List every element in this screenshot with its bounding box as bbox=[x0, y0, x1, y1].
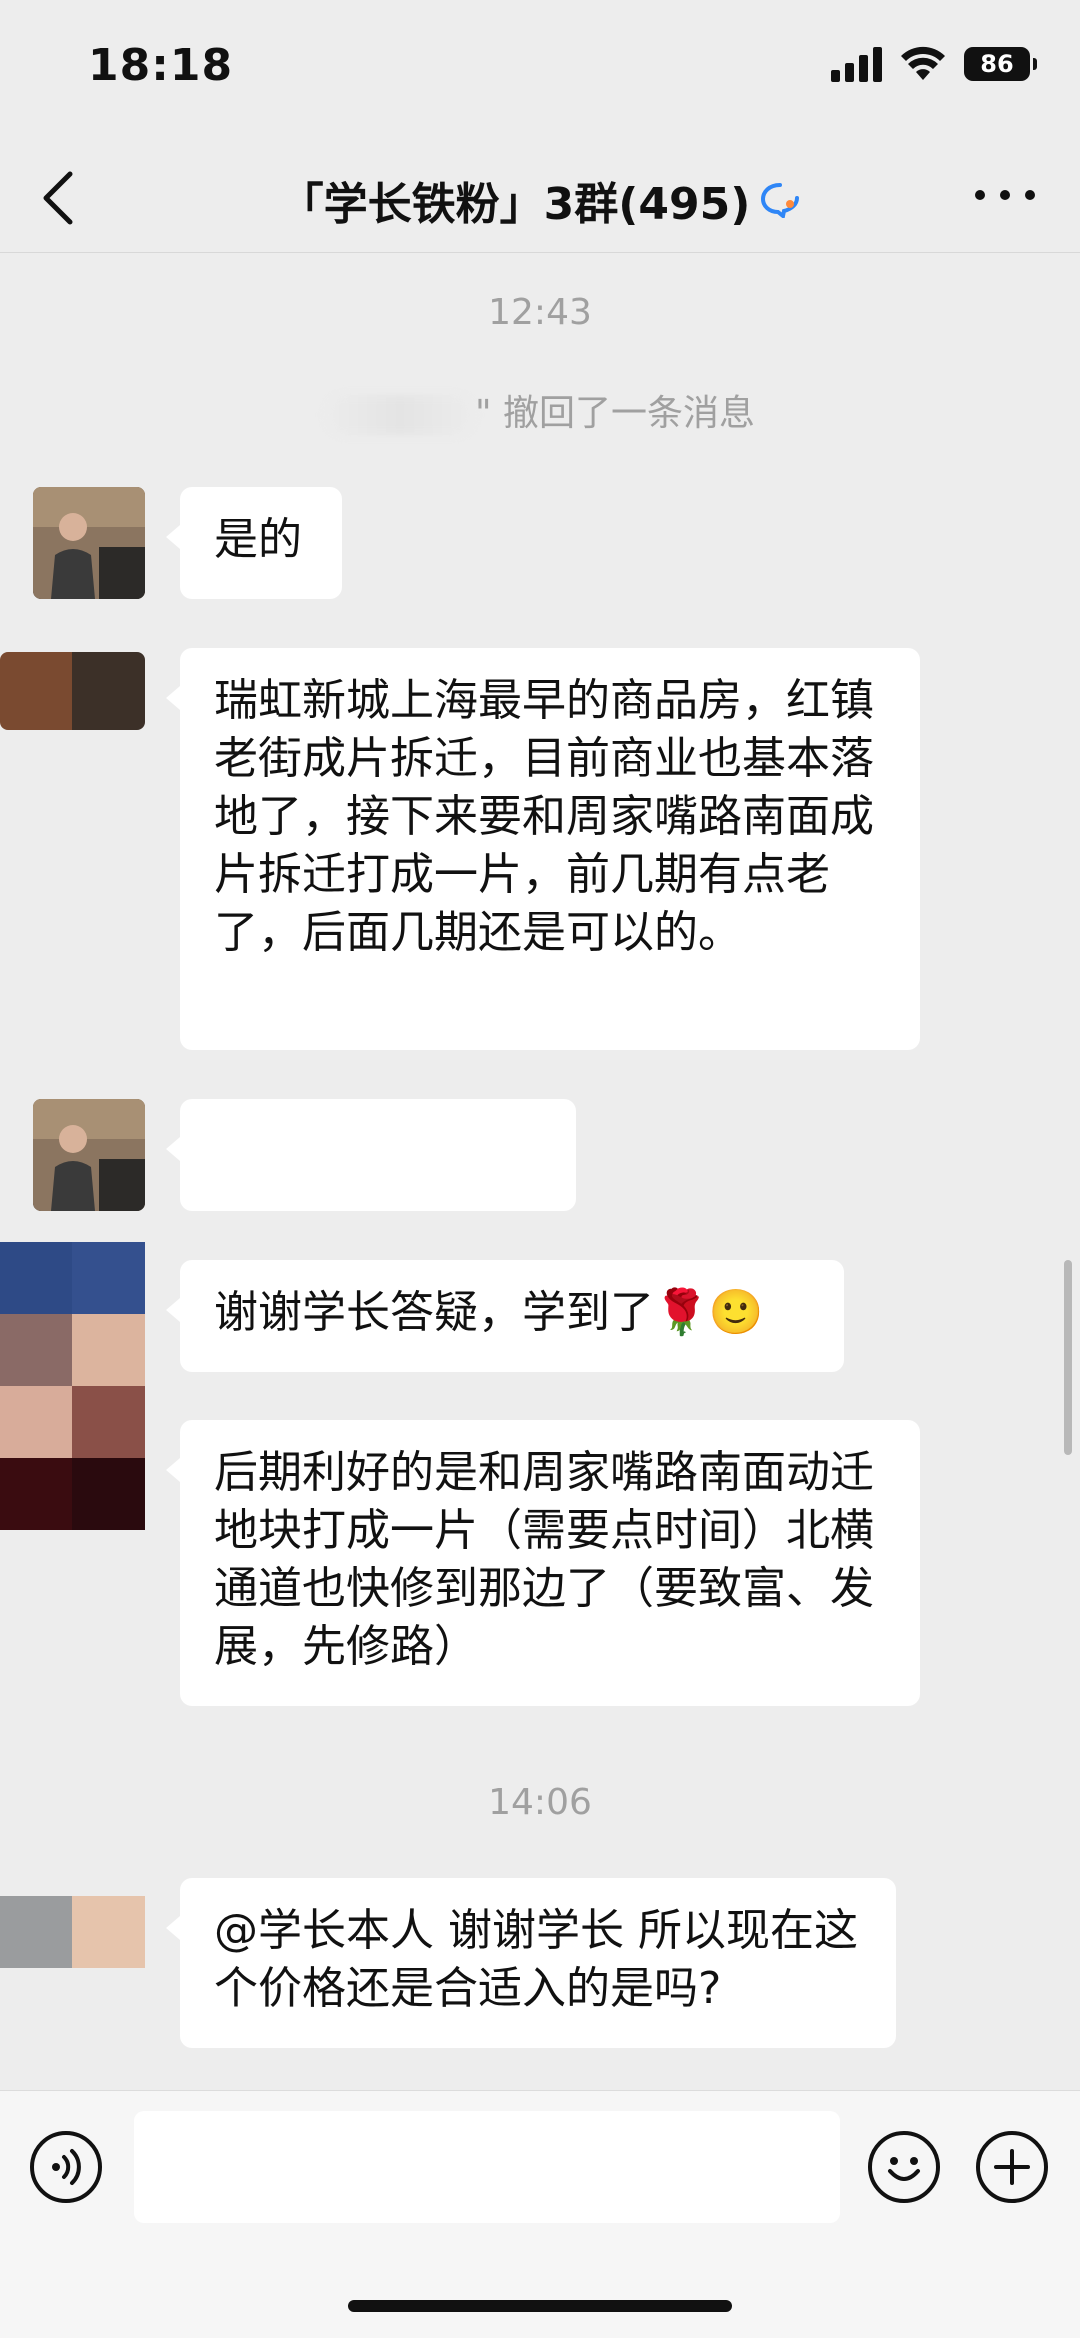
chat-bubble-icon bbox=[761, 183, 800, 218]
home-indicator bbox=[348, 2300, 732, 2312]
chat-title[interactable]: 「学长铁粉」3群(495) bbox=[280, 168, 751, 232]
status-bar: 18:18 86 bbox=[0, 0, 1080, 140]
smile-emoji: 🙂 bbox=[708, 1287, 764, 1338]
plus-icon[interactable] bbox=[976, 2131, 1048, 2203]
avatar[interactable] bbox=[0, 1242, 145, 1530]
message-text: 是的 bbox=[214, 514, 302, 565]
message-bubble[interactable] bbox=[166, 1099, 576, 1211]
scrollbar[interactable] bbox=[1064, 1260, 1072, 1455]
message-input[interactable] bbox=[134, 2111, 840, 2223]
message-bubble[interactable]: @学长本人 谢谢学长 所以现在这个价格还是合适入的是吗? bbox=[166, 1878, 896, 2048]
timestamp: 14:06 bbox=[488, 1782, 592, 1823]
message-bubble[interactable]: 是的 bbox=[166, 487, 342, 599]
avatar-image bbox=[33, 487, 145, 599]
message-bubble[interactable]: 瑞虹新城上海最早的商品房，红镇老街成片拆迁，目前商业也基本落地了，接下来要和周家… bbox=[166, 648, 920, 1050]
emoji-icon[interactable] bbox=[868, 2131, 940, 2203]
message-bubble[interactable]: 后期利好的是和周家嘴路南面动迁地块打成一片（需要点时间）北横通道也快修到那边了（… bbox=[166, 1420, 920, 1706]
voice-icon[interactable] bbox=[30, 2131, 102, 2203]
timestamp: 12:43 bbox=[488, 292, 592, 333]
chat-header: 「学长铁粉」3群(495) bbox=[0, 140, 1080, 253]
recall-text: " 撤回了一条消息 bbox=[474, 393, 755, 434]
avatar-image bbox=[0, 1896, 145, 1968]
more-dots-icon[interactable] bbox=[970, 180, 1040, 210]
message-bubble[interactable]: 谢谢学长答疑，学到了🌹🙂 bbox=[166, 1260, 844, 1372]
status-time: 18:18 bbox=[88, 40, 234, 91]
avatar[interactable] bbox=[33, 1099, 145, 1211]
rose-emoji: 🌹 bbox=[654, 1287, 709, 1338]
avatar[interactable] bbox=[0, 652, 145, 730]
signal-icon bbox=[831, 46, 882, 82]
wifi-icon bbox=[901, 46, 945, 80]
blurred-name bbox=[324, 395, 475, 435]
avatar-image bbox=[0, 1242, 145, 1530]
status-icons: 86 bbox=[831, 46, 1037, 82]
message-text: 谢谢学长答疑，学到了 bbox=[214, 1287, 654, 1338]
message-text: 瑞虹新城上海最早的商品房，红镇老街成片拆迁，目前商业也基本落地了，接下来要和周家… bbox=[214, 675, 874, 958]
avatar[interactable] bbox=[33, 487, 145, 599]
avatar-image bbox=[33, 1099, 145, 1211]
recall-notice: " 撤回了一条消息 bbox=[0, 384, 1080, 436]
message-text: 后期利好的是和周家嘴路南面动迁地块打成一片（需要点时间）北横通道也快修到那边了（… bbox=[214, 1447, 874, 1672]
battery-icon: 86 bbox=[964, 47, 1037, 81]
message-text: @学长本人 谢谢学长 所以现在这个价格还是合适入的是吗? bbox=[214, 1905, 858, 2014]
avatar-image bbox=[0, 652, 145, 730]
chat-title-container: 「学长铁粉」3群(495) bbox=[0, 168, 1080, 232]
avatar[interactable] bbox=[0, 1896, 145, 1968]
